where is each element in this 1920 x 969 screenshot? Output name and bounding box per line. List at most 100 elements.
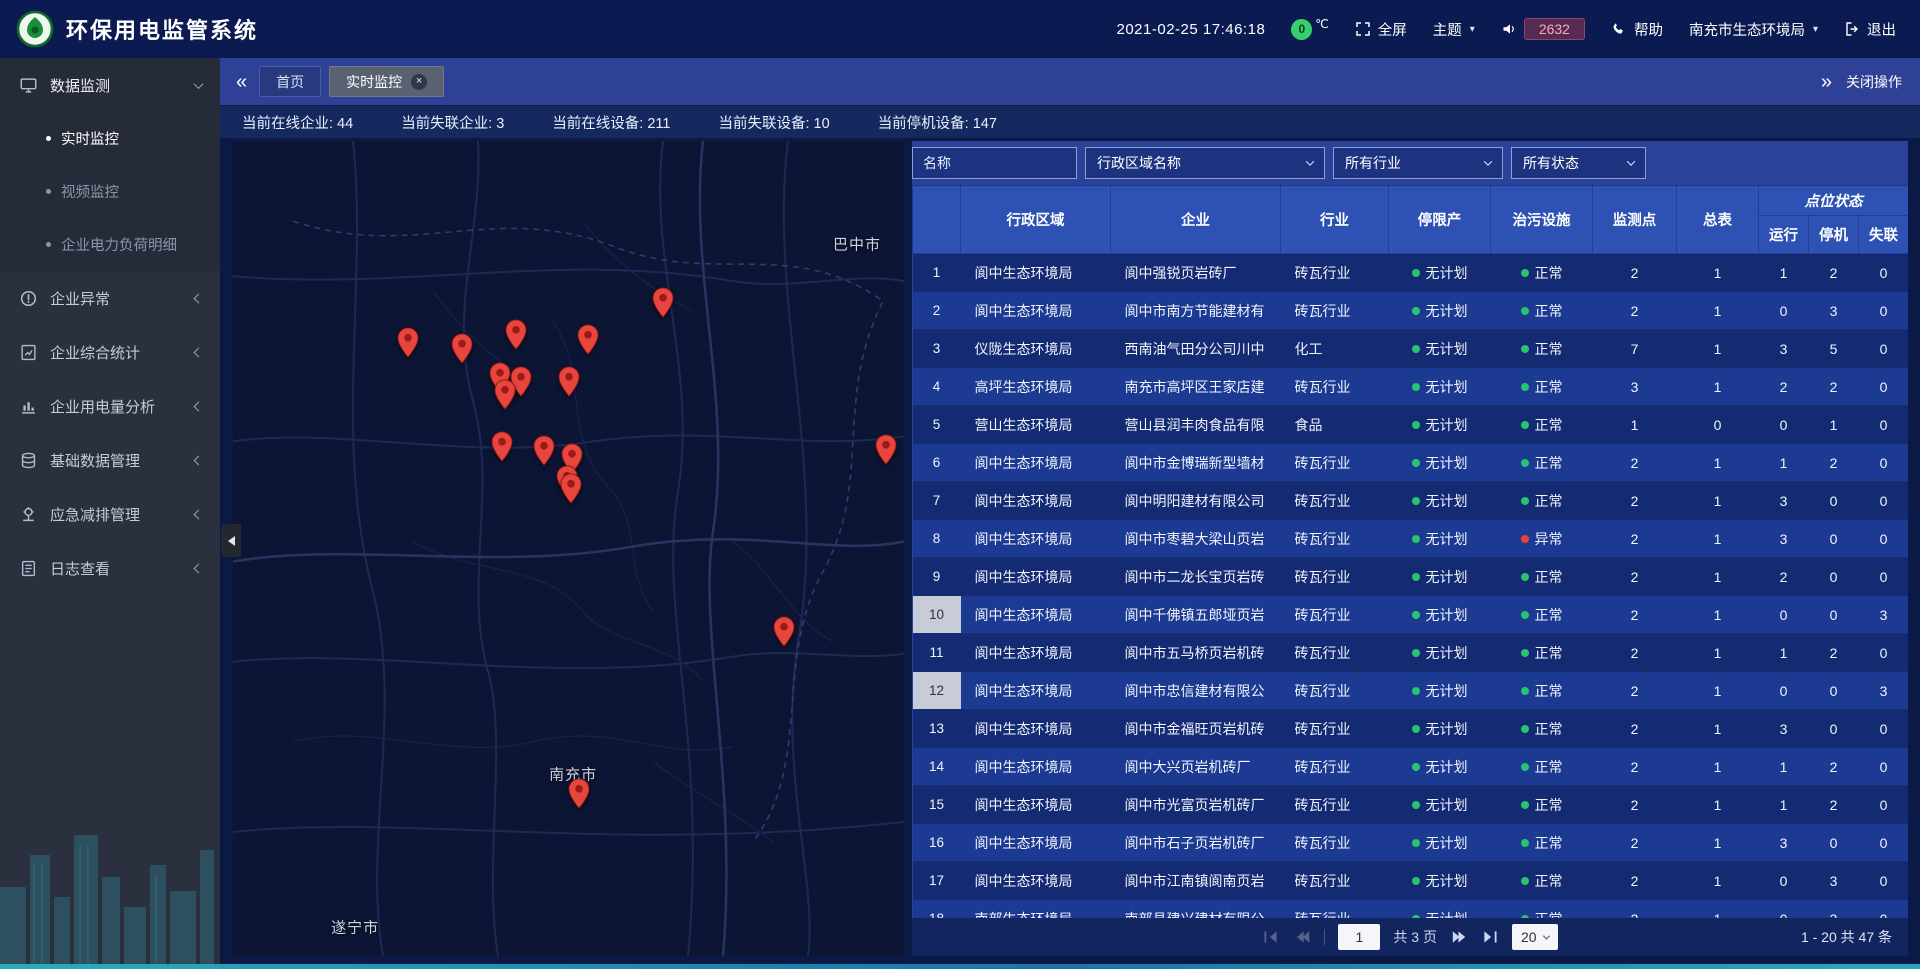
map-collapse-handle[interactable] bbox=[221, 524, 241, 557]
column-header-5[interactable]: 监测点 bbox=[1593, 186, 1677, 254]
column-header-1[interactable]: 企业 bbox=[1111, 186, 1281, 254]
row-number: 17 bbox=[913, 862, 961, 900]
table-row-17[interactable]: 17阆中生态环境局阆中市江南镇阆南页岩砖瓦行业无计划正常21030 bbox=[913, 862, 1909, 900]
column-header-0[interactable]: 行政区域 bbox=[961, 186, 1111, 254]
tab-close-icon[interactable]: × bbox=[411, 74, 427, 90]
row-number: 7 bbox=[913, 482, 961, 520]
table-row-12[interactable]: 12阆中生态环境局阆中市忠信建材有限公砖瓦行业无计划正常21003 bbox=[913, 672, 1909, 710]
table-row-3[interactable]: 3仪陇生态环境局西南油气田分公司川中化工无计划正常71350 bbox=[913, 330, 1909, 368]
map-pin-2[interactable] bbox=[505, 319, 527, 350]
sidebar-item-enterprise-abnormal[interactable]: 企业异常 bbox=[0, 271, 220, 325]
tabs-scroll-left-icon[interactable]: « bbox=[236, 72, 247, 92]
table-row-16[interactable]: 16阆中生态环境局阆中市石子页岩机砖厂砖瓦行业无计划正常21300 bbox=[913, 824, 1909, 862]
row-number: 8 bbox=[913, 520, 961, 558]
column-header-3[interactable]: 停限产 bbox=[1389, 186, 1491, 254]
cell-meter-count: 1 bbox=[1677, 444, 1759, 482]
column-header-4[interactable]: 治污设施 bbox=[1491, 186, 1593, 254]
subcolumn-header-0[interactable]: 运行 bbox=[1759, 216, 1809, 254]
tabs-scroll-right-icon[interactable]: » bbox=[1821, 72, 1832, 92]
map-pin-3[interactable] bbox=[577, 324, 599, 355]
table-row-8[interactable]: 8阆中生态环境局阆中市枣碧大梁山页岩砖瓦行业无计划异常21300 bbox=[913, 520, 1909, 558]
column-header-2[interactable]: 行业 bbox=[1281, 186, 1389, 254]
map-pin-14[interactable] bbox=[875, 434, 897, 465]
subcolumn-header-1[interactable]: 停机 bbox=[1809, 216, 1859, 254]
close-operations-button[interactable]: 关闭操作 bbox=[1846, 72, 1902, 92]
next-page-button[interactable] bbox=[1450, 928, 1468, 946]
organization-menu[interactable]: 南充市生态环境局 ▾ bbox=[1689, 19, 1818, 40]
table-row-2[interactable]: 2阆中生态环境局阆中市南方节能建材有砖瓦行业无计划正常21030 bbox=[913, 292, 1909, 330]
table-row-9[interactable]: 9阆中生态环境局阆中市二龙长宝页岩砖砖瓦行业无计划正常21200 bbox=[913, 558, 1909, 596]
cell-limit-status: 无计划 bbox=[1389, 520, 1491, 558]
cell-company: 阆中市金博瑞新型墙材 bbox=[1111, 444, 1281, 482]
last-page-button[interactable] bbox=[1481, 928, 1499, 946]
status-dot-icon bbox=[1412, 459, 1420, 467]
table-row-1[interactable]: 1阆中生态环境局阆中强锐页岩砖厂砖瓦行业无计划正常21120 bbox=[913, 254, 1909, 292]
sidebar-subitem-0-1[interactable]: 视频监控 bbox=[0, 165, 220, 218]
chevron-left-icon bbox=[194, 509, 204, 519]
table-row-11[interactable]: 11阆中生态环境局阆中市五马桥页岩机砖砖瓦行业无计划正常21120 bbox=[913, 634, 1909, 672]
workspace: 巴中市南充市遂宁市 行政区域名称 所有行业 所有状态 bbox=[220, 138, 1920, 969]
column-header-6[interactable]: 总表 bbox=[1677, 186, 1759, 254]
sidebar-item-label: 企业异常 bbox=[50, 288, 182, 309]
tab-0[interactable]: 首页 bbox=[259, 66, 321, 97]
sidebar-item-enterprise-statistics[interactable]: 企业综合统计 bbox=[0, 325, 220, 379]
sidebar-item-label: 应急减排管理 bbox=[50, 504, 182, 525]
status-dot-icon bbox=[1521, 535, 1529, 543]
table-row-15[interactable]: 15阆中生态环境局阆中市光富页岩机砖厂砖瓦行业无计划正常21120 bbox=[913, 786, 1909, 824]
page-size-select[interactable]: 20 bbox=[1512, 924, 1558, 950]
sidebar-subitem-0-0[interactable]: 实时监控 bbox=[0, 112, 220, 165]
map-pin-0[interactable] bbox=[397, 327, 419, 358]
cell-limit-status: 无计划 bbox=[1389, 558, 1491, 596]
cell-run-count: 0 bbox=[1759, 900, 1809, 919]
cell-company: 阆中市五马桥页岩机砖 bbox=[1111, 634, 1281, 672]
map-pin-1[interactable] bbox=[451, 333, 473, 364]
status-dot-icon bbox=[1412, 611, 1420, 619]
map-pin-7[interactable] bbox=[494, 379, 516, 410]
sidebar-item-log-view[interactable]: 日志查看 bbox=[0, 541, 220, 595]
table-row-6[interactable]: 6阆中生态环境局阆中市金博瑞新型墙材砖瓦行业无计划正常21120 bbox=[913, 444, 1909, 482]
sidebar-item-emergency-reduction[interactable]: 应急减排管理 bbox=[0, 487, 220, 541]
sidebar-item-data-monitoring[interactable]: 数据监测 bbox=[0, 58, 220, 112]
status-dot-icon bbox=[1521, 611, 1529, 619]
table-row-10[interactable]: 10阆中生态环境局阆中千佛镇五郎垭页岩砖瓦行业无计划正常21003 bbox=[913, 596, 1909, 634]
first-page-button[interactable] bbox=[1262, 928, 1280, 946]
sidebar-item-power-usage-analysis[interactable]: 企业用电量分析 bbox=[0, 379, 220, 433]
cell-monitor-count: 2 bbox=[1593, 558, 1677, 596]
stats-bar: 当前在线企业: 44当前失联企业: 3当前在线设备: 211当前失联设备: 10… bbox=[220, 105, 1920, 138]
sidebar-item-basic-data-management[interactable]: 基础数据管理 bbox=[0, 433, 220, 487]
table-row-4[interactable]: 4高坪生态环境局南充市高坪区王家店建砖瓦行业无计划正常31220 bbox=[913, 368, 1909, 406]
map-pin-8[interactable] bbox=[558, 366, 580, 397]
map-pin-13[interactable] bbox=[560, 473, 582, 504]
prev-page-button[interactable] bbox=[1293, 928, 1311, 946]
speaker-icon bbox=[1501, 21, 1517, 37]
logout-button[interactable]: 退出 bbox=[1844, 19, 1896, 40]
industry-filter-select[interactable]: 所有行业 bbox=[1333, 147, 1503, 179]
status-dot-icon bbox=[1521, 383, 1529, 391]
map-pin-9[interactable] bbox=[491, 431, 513, 462]
cell-limit-status: 无计划 bbox=[1389, 254, 1491, 292]
name-filter-input[interactable] bbox=[912, 147, 1077, 179]
map-pin-4[interactable] bbox=[652, 287, 674, 318]
cell-limit-status: 无计划 bbox=[1389, 368, 1491, 406]
map-panel[interactable]: 巴中市南充市遂宁市 bbox=[233, 141, 904, 956]
table-row-14[interactable]: 14阆中生态环境局阆中大兴页岩机砖厂砖瓦行业无计划正常21120 bbox=[913, 748, 1909, 786]
tab-1[interactable]: 实时监控× bbox=[329, 66, 444, 97]
map-pin-15[interactable] bbox=[773, 616, 795, 647]
table-row-18[interactable]: 18南部生态环境局南部县建兴建材有限公砖瓦行业无计划正常21030 bbox=[913, 900, 1909, 919]
map-pin-10[interactable] bbox=[533, 435, 555, 466]
table-row-13[interactable]: 13阆中生态环境局阆中市金福旺页岩机砖砖瓦行业无计划正常21300 bbox=[913, 710, 1909, 748]
status-filter-select[interactable]: 所有状态 bbox=[1511, 147, 1646, 179]
region-filter-select[interactable]: 行政区域名称 bbox=[1085, 147, 1325, 179]
help-button[interactable]: 帮助 bbox=[1611, 19, 1663, 40]
brand: 环保用电监管系统 bbox=[16, 10, 258, 48]
notification-button[interactable]: 2632 bbox=[1501, 18, 1585, 40]
subcolumn-header-2[interactable]: 失联 bbox=[1859, 216, 1909, 254]
fullscreen-button[interactable]: 全屏 bbox=[1355, 19, 1407, 40]
table-row-7[interactable]: 7阆中生态环境局阆中明阳建材有限公司砖瓦行业无计划正常21300 bbox=[913, 482, 1909, 520]
fullscreen-label: 全屏 bbox=[1378, 19, 1407, 40]
table-row-5[interactable]: 5营山生态环境局营山县润丰肉食品有限食品无计划正常10010 bbox=[913, 406, 1909, 444]
theme-menu[interactable]: 主题 ▾ bbox=[1433, 19, 1475, 40]
sidebar-subitem-0-2[interactable]: 企业电力负荷明细 bbox=[0, 218, 220, 271]
map-pin-16[interactable] bbox=[568, 778, 590, 809]
page-number-input[interactable] bbox=[1338, 924, 1380, 950]
